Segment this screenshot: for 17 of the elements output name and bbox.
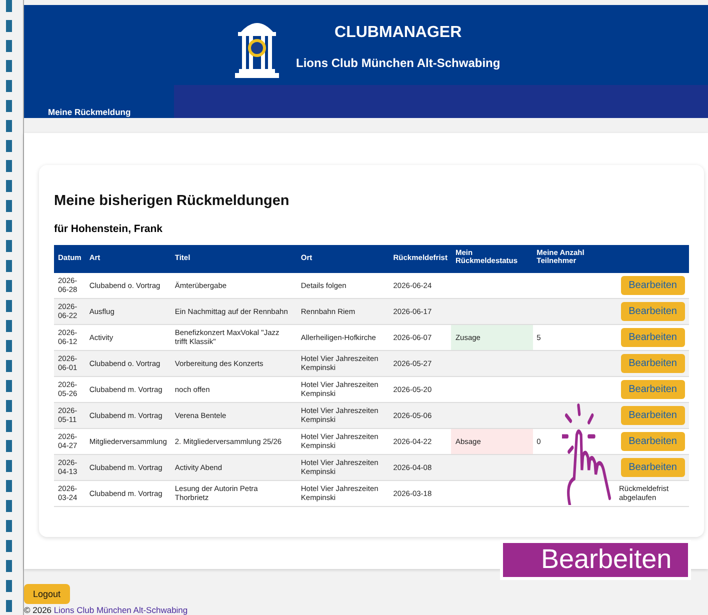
edit-button[interactable]: Bearbeiten <box>620 432 685 450</box>
edit-button[interactable]: Bearbeiten <box>620 302 685 320</box>
logout-button[interactable]: Logout <box>24 584 70 604</box>
edit-button[interactable]: Bearbeiten <box>620 354 685 372</box>
copyright-text: © 2026 <box>24 604 52 614</box>
app-title: CLUBMANAGER <box>334 24 463 42</box>
edit-button[interactable]: Bearbeiten <box>620 380 685 398</box>
page-heading: Meine bisherigen Rückmeldungen <box>54 193 290 209</box>
edit-button[interactable]: Bearbeiten <box>620 406 685 424</box>
nav-tab[interactable]: Meine Rückmeldung <box>24 84 174 118</box>
edit-button[interactable]: Bearbeiten <box>620 328 685 346</box>
club-name: Lions Club München Alt-Schwabing <box>296 56 500 70</box>
edit-button[interactable]: Bearbeiten <box>620 458 685 476</box>
club-link[interactable]: Lions Club München Alt-Schwabing <box>54 604 188 614</box>
member-name: für Hohenstein, Frank <box>54 223 164 235</box>
edit-button[interactable]: Bearbeiten <box>620 276 685 294</box>
callout-label: Bearbeiten <box>500 540 691 580</box>
